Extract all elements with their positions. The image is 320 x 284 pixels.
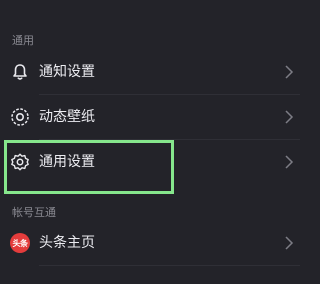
chevron-right-icon [285, 236, 294, 250]
chevron-right-icon [285, 110, 294, 124]
notification-settings-row[interactable]: 通知设置 [0, 50, 300, 94]
notification-settings-label: 通知设置 [39, 64, 95, 80]
dynamic-wallpaper-icon [11, 108, 29, 126]
divider [39, 265, 300, 266]
section-header-general: 通用 [12, 34, 34, 47]
dynamic-wallpaper-label: 动态壁纸 [39, 109, 95, 125]
chevron-right-icon [285, 65, 294, 79]
bell-icon [13, 64, 27, 80]
dynamic-wallpaper-row[interactable]: 动态壁纸 [0, 95, 300, 139]
chevron-right-icon [285, 155, 294, 169]
toutiao-logo-icon: 头条 [10, 233, 30, 253]
section-header-account: 帐号互通 [12, 206, 56, 219]
toutiao-homepage-row[interactable]: 头条主页 [0, 221, 300, 265]
toutiao-homepage-label: 头条主页 [39, 235, 95, 251]
highlight-annotation-box [4, 140, 174, 194]
